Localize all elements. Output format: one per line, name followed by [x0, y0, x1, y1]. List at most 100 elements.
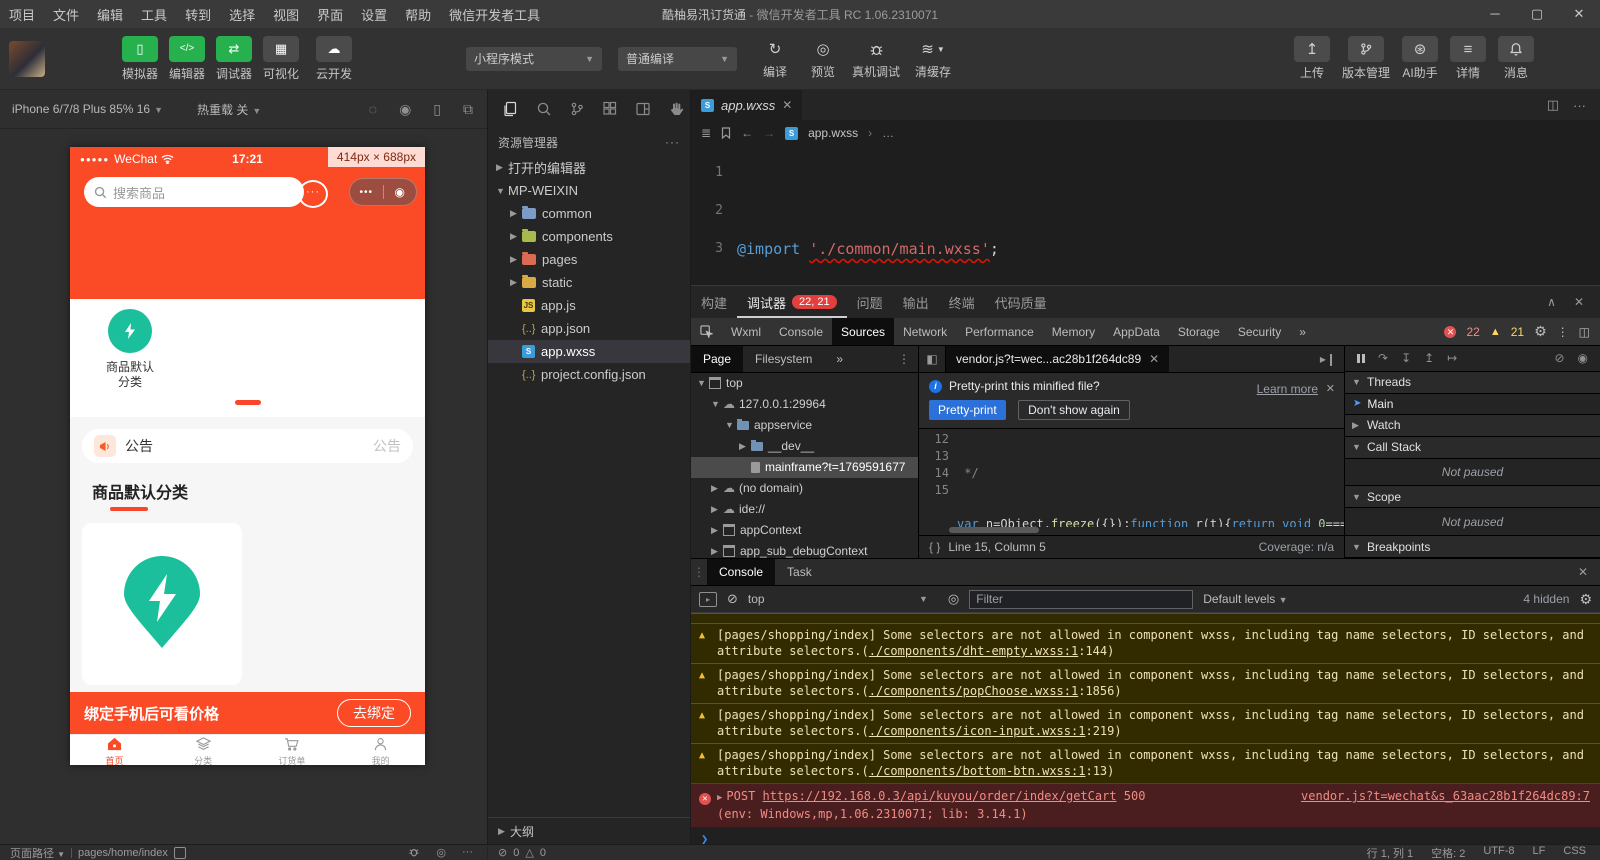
language-mode[interactable]: CSS [1563, 845, 1586, 860]
hot-reload-toggle[interactable]: 热重载 关 ▼ [197, 101, 261, 118]
menu-help[interactable]: 帮助 [396, 5, 440, 24]
step-into-icon[interactable]: ↧ [1401, 351, 1411, 365]
source-control-icon[interactable] [569, 101, 585, 117]
drag-handle-icon[interactable]: ⋮ [691, 559, 707, 585]
pause-on-exceptions-icon[interactable]: ◉ [1578, 351, 1588, 365]
messages-button[interactable]: 消息 [1492, 36, 1540, 81]
devtools-tab-security[interactable]: Security [1229, 318, 1290, 345]
bind-button[interactable]: 去绑定 [337, 699, 411, 727]
console-warning[interactable]: ▲ [pages/shopping/index] Some selectors … [691, 623, 1600, 663]
page-path-select[interactable]: 页面路径 ▼ [10, 845, 65, 860]
capsule-close-button[interactable]: ◉ [384, 185, 417, 199]
console-warning[interactable]: ▲ [pages/shopping/index] Some selectors … [691, 663, 1600, 703]
sources-tab-page[interactable]: Page [691, 346, 744, 372]
visualization-button[interactable]: ▦ 可视化 [258, 35, 304, 82]
outline-section[interactable]: ▶ 大纲 [488, 817, 690, 844]
tab-problems[interactable]: 问题 [847, 286, 893, 318]
compile-button[interactable]: ↻ 编译 [751, 37, 799, 80]
tab-mine[interactable]: 我的 [336, 735, 425, 765]
files-icon[interactable] [502, 101, 519, 118]
eye-icon[interactable]: ◎ [948, 591, 959, 607]
close-tab-icon[interactable]: ✕ [782, 98, 792, 112]
node-mainframe[interactable]: mainframe?t=1769591677 [691, 456, 918, 478]
dock-side-icon[interactable]: ◫ [1579, 325, 1590, 339]
node-host[interactable]: ▼ ☁ 127.0.0.1:29964 [691, 394, 918, 415]
drawer-tab-console[interactable]: Console [707, 559, 776, 585]
split-editor-icon[interactable]: ◫ [1547, 97, 1559, 113]
copy-icon[interactable] [173, 846, 186, 859]
devtools-tab-performance[interactable]: Performance [956, 318, 1043, 345]
section-threads[interactable]: ▼ Threads [1345, 371, 1600, 394]
step-icon[interactable]: ↦ [1447, 351, 1457, 365]
more-actions-icon[interactable]: ··· [665, 135, 680, 149]
tree-file-project-config[interactable]: {..} project.config.json [488, 363, 690, 386]
section-watch[interactable]: ▶ Watch [1345, 414, 1600, 437]
debugger-button[interactable]: ⇄ 调试器 [211, 35, 257, 82]
close-drawer-icon[interactable]: ✕ [1578, 559, 1600, 585]
multi-window-icon[interactable]: ⧉ [463, 101, 473, 118]
compile-mode-select[interactable]: 普通编译 ▼ [618, 46, 737, 71]
devtools-tab-console[interactable]: Console [770, 318, 832, 345]
console-settings-icon[interactable]: ⚙ [1579, 591, 1592, 608]
menu-settings[interactable]: 设置 [352, 5, 396, 24]
layout-icon[interactable] [635, 101, 651, 117]
more-icon[interactable]: ··· [462, 846, 473, 859]
more-actions-icon[interactable]: ··· [1573, 98, 1586, 113]
node-ide[interactable]: ▶ ☁ ide:// [691, 499, 918, 520]
tree-open-editors[interactable]: ▶ 打开的编辑器 [488, 156, 690, 179]
console-warning[interactable]: ▲ [pages/shopping/index] Some selectors … [691, 703, 1600, 743]
outline-list-icon[interactable]: ≣ [701, 126, 711, 140]
code-editor[interactable]: 123 @import './common/main.wxss'; [data-… [691, 146, 1600, 285]
menu-devtools[interactable]: 微信开发者工具 [440, 5, 549, 24]
extensions-icon[interactable] [602, 101, 618, 117]
editor-button[interactable]: </> 编辑器 [164, 35, 210, 82]
close-panel-icon[interactable]: ✕ [1574, 295, 1584, 309]
device-frame-icon[interactable]: ▯ [433, 101, 441, 118]
simulator-button[interactable]: ▯ 模拟器 [117, 35, 163, 82]
tab-terminal[interactable]: 终端 [939, 286, 985, 318]
tab-code-quality[interactable]: 代码质量 [985, 286, 1057, 318]
device-debug-button[interactable]: 真机调试 [847, 37, 905, 80]
wxss-source-link[interactable]: ./components/bottom-btn.wxss:1 [869, 764, 1086, 778]
cursor-position[interactable]: 行 1, 列 1 [1367, 845, 1413, 860]
vendor-source-link[interactable]: vendor.js?t=wechat&s_63aac28b1f264dc89:7 [1301, 789, 1590, 803]
tree-file-app-js[interactable]: JS app.js [488, 294, 690, 317]
console-sidebar-icon[interactable]: ▸ [699, 591, 717, 607]
chat-bubble-icon[interactable]: ··· [298, 180, 328, 208]
wxss-source-link[interactable]: ./components/icon-input.wxss:1 [869, 724, 1086, 738]
devtools-tab-memory[interactable]: Memory [1043, 318, 1104, 345]
eol[interactable]: LF [1533, 845, 1546, 860]
menu-file[interactable]: 文件 [44, 5, 88, 24]
stop-icon[interactable]: ◉ [399, 101, 411, 118]
rotate-icon[interactable]: ◌ [369, 101, 377, 118]
clear-console-icon[interactable]: ⊘ [727, 591, 738, 607]
clear-cache-button[interactable]: ≋ ▼ 清缓存 [905, 37, 961, 80]
tree-folder-common[interactable]: ▶ common [488, 202, 690, 225]
node-dev[interactable]: ▶ __dev__ [691, 436, 918, 457]
wxss-source-link[interactable]: ./components/popChoose.wxss:1 [869, 684, 1079, 698]
tab-app-wxss[interactable]: S app.wxss ✕ [691, 90, 804, 120]
wxss-source-link[interactable]: ./components/dht-empty.wxss:1 [869, 644, 1079, 658]
category-item[interactable]: 商品默认 分类 [94, 309, 166, 390]
learn-more-link[interactable]: Learn more [1257, 382, 1318, 396]
collapse-panel-icon[interactable]: ∧ [1547, 295, 1556, 309]
open-file-nav-icon[interactable]: ▸❙ [1320, 352, 1336, 366]
minimize-button[interactable]: ─ [1474, 0, 1516, 28]
more-tabs-icon[interactable]: » [1290, 318, 1315, 345]
horizontal-scrollbar[interactable] [949, 527, 1039, 533]
tab-category[interactable]: 分类 [159, 735, 248, 765]
upload-button[interactable]: ↥ 上传 [1288, 36, 1336, 81]
devtools-tab-appdata[interactable]: AppData [1104, 318, 1169, 345]
tree-folder-static[interactable]: ▶ static [488, 271, 690, 294]
node-no-domain[interactable]: ▶ ☁ (no domain) [691, 478, 918, 499]
menu-view[interactable]: 视图 [264, 5, 308, 24]
vendor-js-tab[interactable]: vendor.js?t=wec...ac28b1f264dc89 ✕ [946, 346, 1170, 372]
current-page-path[interactable]: pages/home/index [78, 847, 168, 859]
deactivate-breakpoints-icon[interactable]: ⊘ [1554, 351, 1564, 365]
encoding[interactable]: UTF-8 [1483, 845, 1514, 860]
devtools-settings-icon[interactable]: ⚙ [1534, 323, 1547, 340]
expand-icon[interactable]: ▶ [717, 793, 722, 803]
vendor-js-code[interactable]: 12 13 14 15 */ var n=Object.freeze({});func… [919, 429, 1344, 527]
console-filter-input[interactable]: Filter [969, 589, 1194, 609]
bookmark-icon[interactable] [721, 127, 731, 139]
